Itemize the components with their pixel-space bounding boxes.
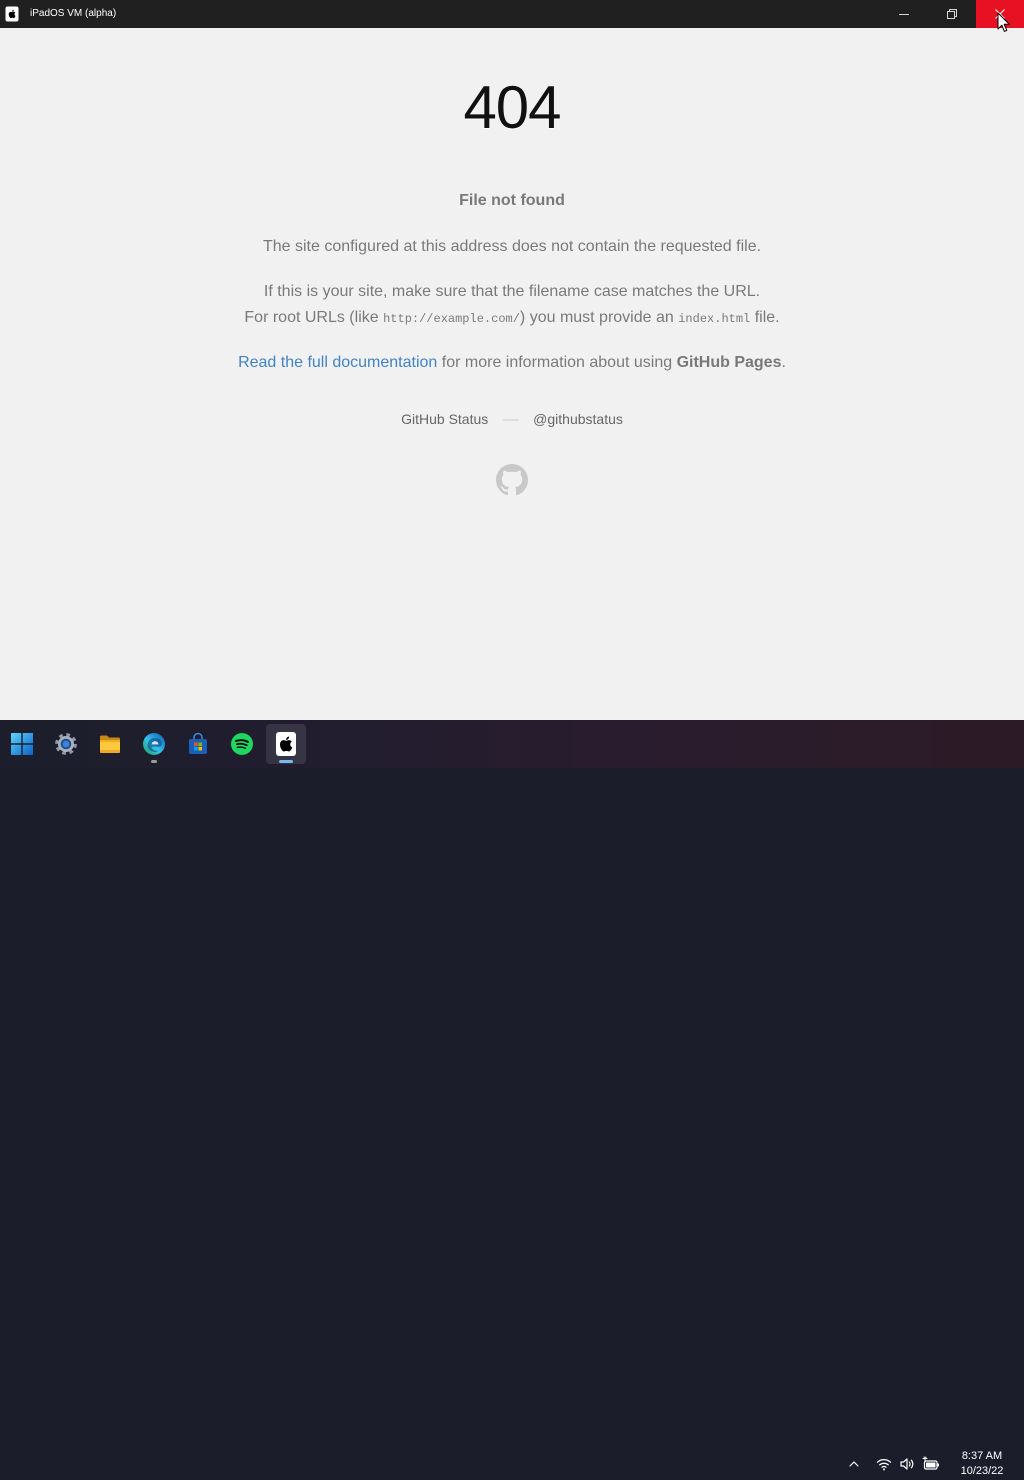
file-explorer-folder-icon — [100, 735, 120, 753]
microsoft-store-icon — [189, 732, 207, 754]
github-status-link[interactable]: GitHub Status — [401, 411, 488, 427]
docs-middle-text: for more information about using — [441, 354, 673, 372]
taskbar-store-button[interactable] — [178, 724, 218, 764]
taskbar-settings-button[interactable] — [46, 724, 86, 764]
chevron-up-icon — [849, 1461, 859, 1467]
clock-time: 8:37 AM — [961, 1450, 1003, 1462]
taskbar: 8:37 AM 10/23/22 — [0, 720, 1024, 1477]
settings-gear-icon — [55, 733, 77, 755]
close-button[interactable] — [976, 0, 1024, 28]
documentation-link[interactable]: Read the full documentation — [238, 354, 437, 371]
taskbar-spotify-button[interactable] — [222, 724, 262, 764]
window-titlebar[interactable]: iPadOS VM (alpha) — [0, 0, 1024, 28]
ipad-apple-icon — [5, 6, 19, 22]
github-octocat-icon — [496, 463, 528, 496]
error-container: 404 File not found The site configured a… — [212, 78, 812, 496]
taskbar-clock[interactable]: 8:37 AM 10/23/22 — [950, 1448, 1014, 1480]
error-code-heading: 404 — [463, 74, 561, 141]
window-title: iPadOS VM (alpha) — [30, 8, 117, 19]
windows-start-icon — [11, 733, 33, 755]
help-line-2-start: For root URLs (like — [244, 308, 379, 326]
battery-charging-icon — [922, 1456, 939, 1470]
ipados-vm-apple-icon — [276, 732, 296, 756]
message-paragraph: The site configured at this address does… — [262, 237, 762, 255]
spotify-icon — [231, 733, 253, 755]
wifi-icon — [876, 1458, 892, 1471]
docs-period: . — [781, 354, 786, 372]
status-paragraph: File not found — [212, 188, 812, 214]
example-url-code: http://example.com/ — [383, 311, 520, 326]
clock-date: 10/23/22 — [960, 1465, 1004, 1477]
github-logo-link[interactable] — [496, 463, 528, 496]
taskbar-ipados-vm-button[interactable] — [266, 724, 306, 764]
help-paragraph: If this is your site, make sure that the… — [212, 279, 812, 330]
close-icon — [995, 9, 1005, 19]
help-line-2-middle: ) you must provide an — [519, 308, 674, 326]
quick-settings-button[interactable] — [870, 1448, 946, 1480]
minimize-icon — [899, 14, 909, 15]
restore-button[interactable] — [928, 0, 976, 28]
index-file-code: index.html — [678, 311, 751, 326]
active-app-indicator — [279, 760, 293, 763]
docs-paragraph: Read the full documentation for more inf… — [212, 350, 812, 376]
help-line-1: If this is your site, make sure that the… — [263, 283, 761, 301]
edge-running-indicator — [151, 760, 157, 763]
githubstatus-link[interactable]: @githubstatus — [533, 411, 623, 427]
suggestions: GitHub Status — @githubstatus — [212, 411, 812, 429]
restore-icon — [947, 9, 957, 19]
taskbar-start-button[interactable] — [2, 724, 42, 764]
taskbar-file-explorer-button[interactable] — [90, 724, 130, 764]
github-pages-text: GitHub Pages — [676, 354, 782, 372]
page-viewport[interactable]: 404 File not found The site configured a… — [0, 28, 1024, 720]
minimize-button[interactable] — [880, 0, 928, 28]
edge-browser-icon — [143, 733, 165, 755]
status-text: File not found — [459, 192, 565, 209]
help-line-2-end: file. — [754, 308, 780, 326]
suggestions-separator: — — [502, 410, 519, 428]
show-hidden-icons-button[interactable] — [844, 1452, 864, 1476]
volume-icon — [900, 1458, 914, 1470]
taskbar-edge-button[interactable] — [134, 724, 174, 764]
